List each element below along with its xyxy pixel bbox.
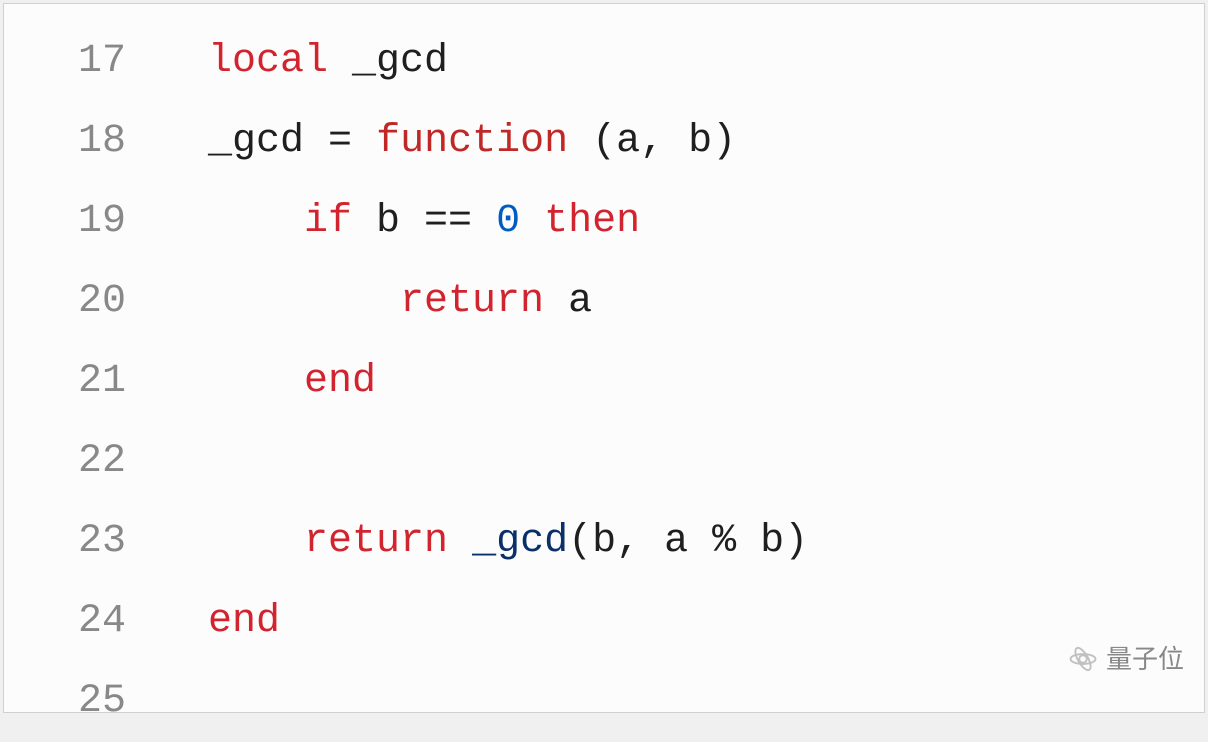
line-content: return a — [154, 262, 592, 342]
indent — [208, 199, 304, 244]
line-number: 18 — [4, 102, 154, 182]
token: end — [208, 599, 280, 644]
line-content — [154, 422, 208, 502]
token — [472, 199, 496, 244]
line-content: end — [154, 342, 376, 422]
token: end — [304, 359, 376, 404]
line-content — [154, 662, 208, 742]
code-line: 20 return a — [4, 262, 1204, 342]
indent — [208, 519, 304, 564]
token: % — [712, 519, 736, 564]
line-content: if b == 0 then — [154, 182, 640, 262]
line-content: end — [154, 582, 280, 662]
token: (b, a — [568, 519, 712, 564]
code-editor: 17local _gcd18_gcd = function (a, b)19 i… — [3, 3, 1205, 713]
token: b — [352, 199, 424, 244]
line-number: 25 — [4, 662, 154, 742]
token — [352, 119, 376, 164]
token: return — [304, 519, 448, 564]
token: if — [304, 199, 352, 244]
line-number: 22 — [4, 422, 154, 502]
code-line: 22 — [4, 422, 1204, 502]
token: return — [400, 279, 544, 324]
token: (a, b) — [568, 119, 736, 164]
token: b) — [736, 519, 808, 564]
line-number: 20 — [4, 262, 154, 342]
code-line: 17local _gcd — [4, 22, 1204, 102]
token: _gcd — [208, 119, 328, 164]
token: 0 — [496, 199, 520, 244]
line-number: 19 — [4, 182, 154, 262]
token: then — [544, 199, 640, 244]
line-number: 21 — [4, 342, 154, 422]
code-line: 25 — [4, 662, 1204, 742]
watermark: 量子位 — [1068, 633, 1184, 685]
code-line: 23 return _gcd(b, a % b) — [4, 502, 1204, 582]
line-number: 24 — [4, 582, 154, 662]
token: function — [376, 119, 568, 164]
code-line: 19 if b == 0 then — [4, 182, 1204, 262]
token: == — [424, 199, 472, 244]
line-content: local _gcd — [154, 22, 448, 102]
watermark-text: 量子位 — [1106, 633, 1184, 685]
token: = — [328, 119, 352, 164]
token — [520, 199, 544, 244]
code-line: 24 end — [4, 582, 1204, 662]
indent — [208, 359, 304, 404]
code-line: 21 end — [4, 342, 1204, 422]
line-content: return _gcd(b, a % b) — [154, 502, 808, 582]
line-number: 17 — [4, 22, 154, 102]
token: _gcd — [472, 519, 568, 564]
token: a — [544, 279, 592, 324]
code-line: 18_gcd = function (a, b) — [4, 102, 1204, 182]
line-number: 23 — [4, 502, 154, 582]
token: _gcd — [328, 39, 448, 84]
token: local — [208, 39, 328, 84]
line-content: _gcd = function (a, b) — [154, 102, 736, 182]
indent — [208, 279, 400, 324]
qubit-icon — [1068, 644, 1098, 674]
token — [448, 519, 472, 564]
code-lines: 17local _gcd18_gcd = function (a, b)19 i… — [4, 22, 1204, 742]
